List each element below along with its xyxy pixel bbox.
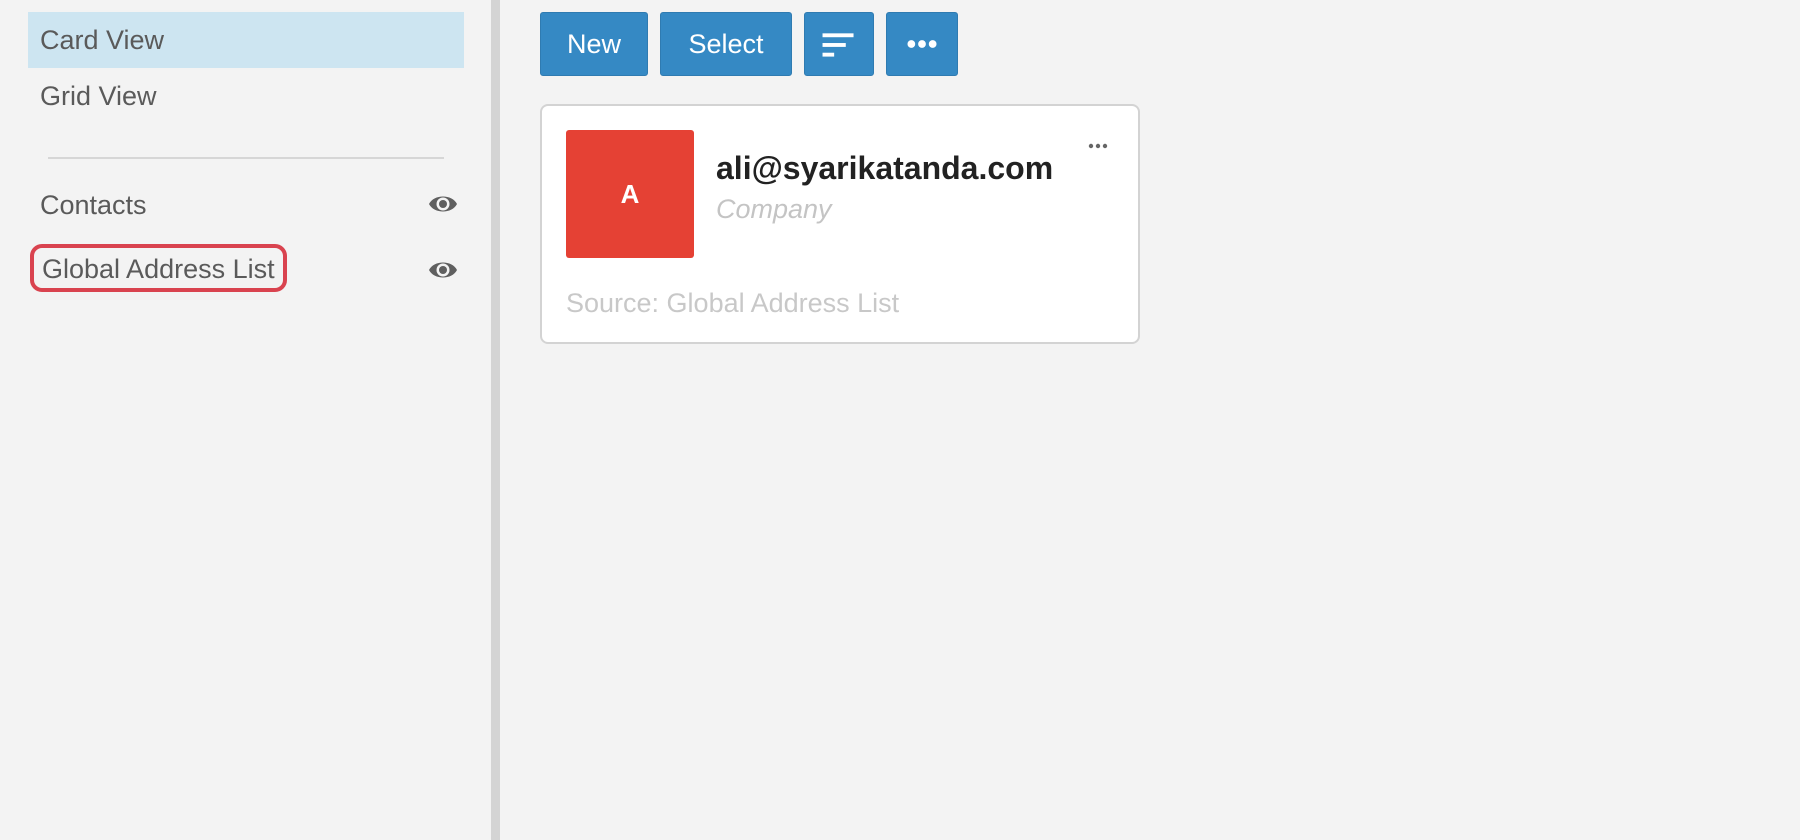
more-horizontal-icon xyxy=(907,40,937,48)
pane-splitter[interactable] xyxy=(491,0,500,840)
contact-company: Company xyxy=(716,194,832,224)
new-button[interactable]: New xyxy=(540,12,648,76)
source-global-address-list-label: Global Address List xyxy=(30,244,287,292)
source-contacts-label: Contacts xyxy=(40,190,147,220)
view-grid[interactable]: Grid View xyxy=(28,68,464,124)
contact-email: ali@syarikatanda.com xyxy=(716,150,1054,186)
contact-card[interactable]: A ali@syarikatanda.com Company Source: G… xyxy=(540,104,1140,344)
sidebar: Card View Grid View Contacts Global Addr… xyxy=(0,0,491,840)
view-grid-label: Grid View xyxy=(40,81,157,111)
eye-icon[interactable] xyxy=(428,191,458,217)
eye-icon[interactable] xyxy=(428,257,458,283)
source-global-address-list[interactable]: Global Address List xyxy=(28,244,464,296)
view-card[interactable]: Card View xyxy=(28,12,464,68)
avatar: A xyxy=(566,130,694,258)
sort-icon xyxy=(822,33,854,57)
view-card-label: Card View xyxy=(40,25,165,55)
contact-source: Source: Global Address List xyxy=(566,288,900,318)
sidebar-divider xyxy=(48,157,444,159)
avatar-letter: A xyxy=(620,178,640,209)
sort-button[interactable] xyxy=(804,12,874,76)
source-contacts[interactable]: Contacts xyxy=(28,180,464,230)
select-button[interactable]: Select xyxy=(660,12,792,76)
more-horizontal-icon[interactable] xyxy=(1086,138,1110,154)
more-button[interactable] xyxy=(886,12,958,76)
